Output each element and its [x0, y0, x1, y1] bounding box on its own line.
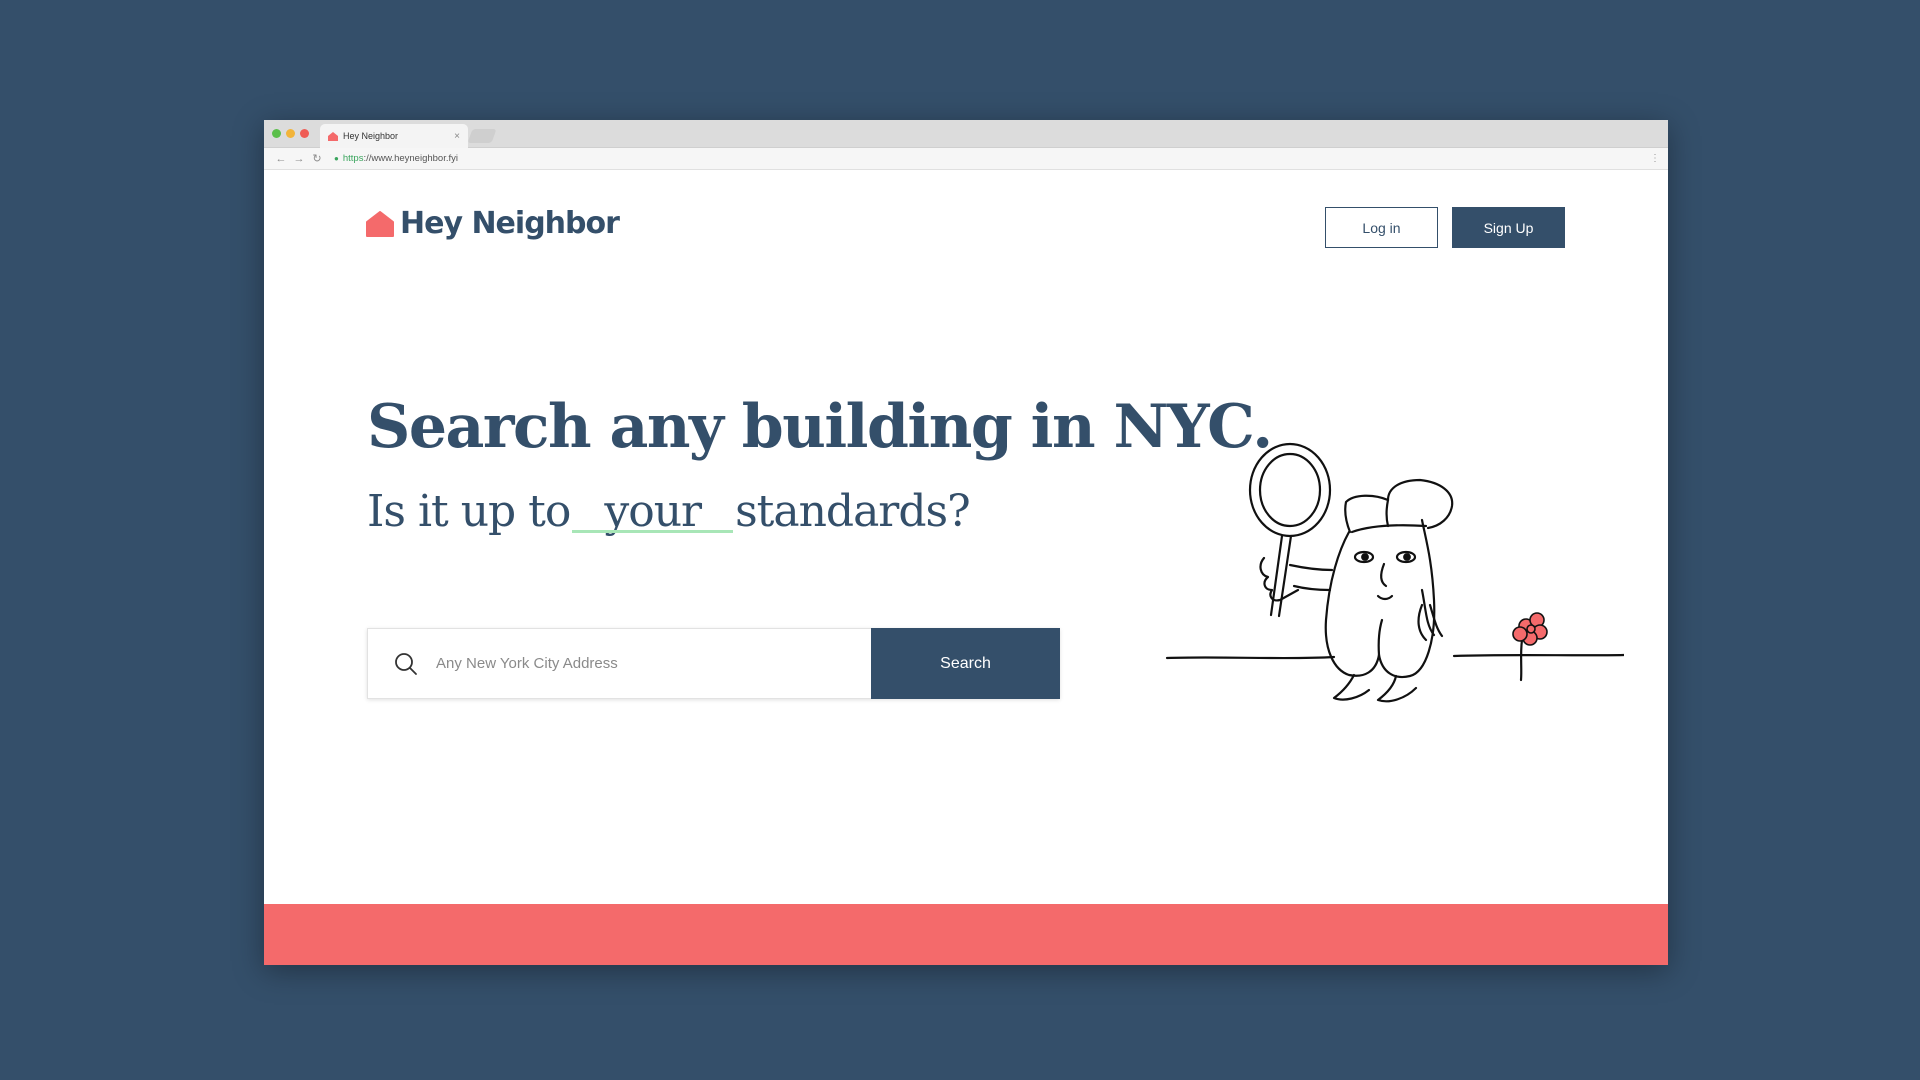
search-field-container[interactable] — [367, 628, 871, 699]
minimize-button[interactable] — [286, 129, 295, 138]
address-bar: ← → ↻ ● https ://www.heyneighbor.fyi ⋮ — [264, 148, 1668, 170]
subheadline-suffix: standards? — [735, 486, 971, 537]
hero-headline: Search any building in NYC. — [367, 392, 1273, 462]
signup-button[interactable]: Sign Up — [1452, 207, 1565, 248]
neighbor-mascot-illustration — [1165, 442, 1624, 703]
lock-icon: ● — [334, 154, 339, 163]
page-content: Hey Neighbor Log in Sign Up Search any b… — [264, 170, 1668, 965]
menu-dots-icon[interactable]: ⋮ — [1650, 153, 1660, 164]
footer-band — [264, 904, 1668, 965]
house-favicon-icon — [328, 131, 338, 141]
url-scheme: https — [342, 153, 364, 164]
browser-window: Hey Neighbor × ← → ↻ ● https ://www.heyn… — [264, 120, 1668, 965]
house-logo-icon — [366, 210, 394, 237]
login-button[interactable]: Log in — [1325, 207, 1438, 248]
subheadline-prefix: Is it up to — [367, 486, 571, 537]
back-arrow-icon[interactable]: ← — [272, 153, 290, 165]
hero-subheadline: Is it up to your standards? — [367, 486, 971, 537]
close-window-button[interactable] — [300, 129, 309, 138]
maximize-button[interactable] — [272, 129, 281, 138]
tab-close-icon[interactable]: × — [454, 131, 460, 142]
url-host: ://www.heyneighbor.fyi — [363, 153, 458, 164]
logo-text: Hey Neighbor — [400, 206, 620, 241]
address-search-input[interactable] — [436, 655, 836, 672]
search-button[interactable]: Search — [871, 628, 1060, 699]
search-icon — [395, 652, 417, 675]
logo[interactable]: Hey Neighbor — [366, 206, 620, 241]
url-field[interactable]: ● https ://www.heyneighbor.fyi — [334, 153, 458, 164]
search-bar: Search — [367, 628, 1060, 699]
browser-tab[interactable]: Hey Neighbor × — [320, 124, 468, 148]
new-tab-button[interactable] — [467, 129, 497, 143]
tab-bar: Hey Neighbor × — [264, 120, 1668, 148]
tab-title: Hey Neighbor — [343, 131, 399, 141]
subheadline-emphasis: your — [570, 486, 735, 537]
window-controls — [272, 129, 309, 138]
forward-arrow-icon[interactable]: → — [290, 153, 308, 165]
reload-icon[interactable]: ↻ — [308, 152, 326, 165]
